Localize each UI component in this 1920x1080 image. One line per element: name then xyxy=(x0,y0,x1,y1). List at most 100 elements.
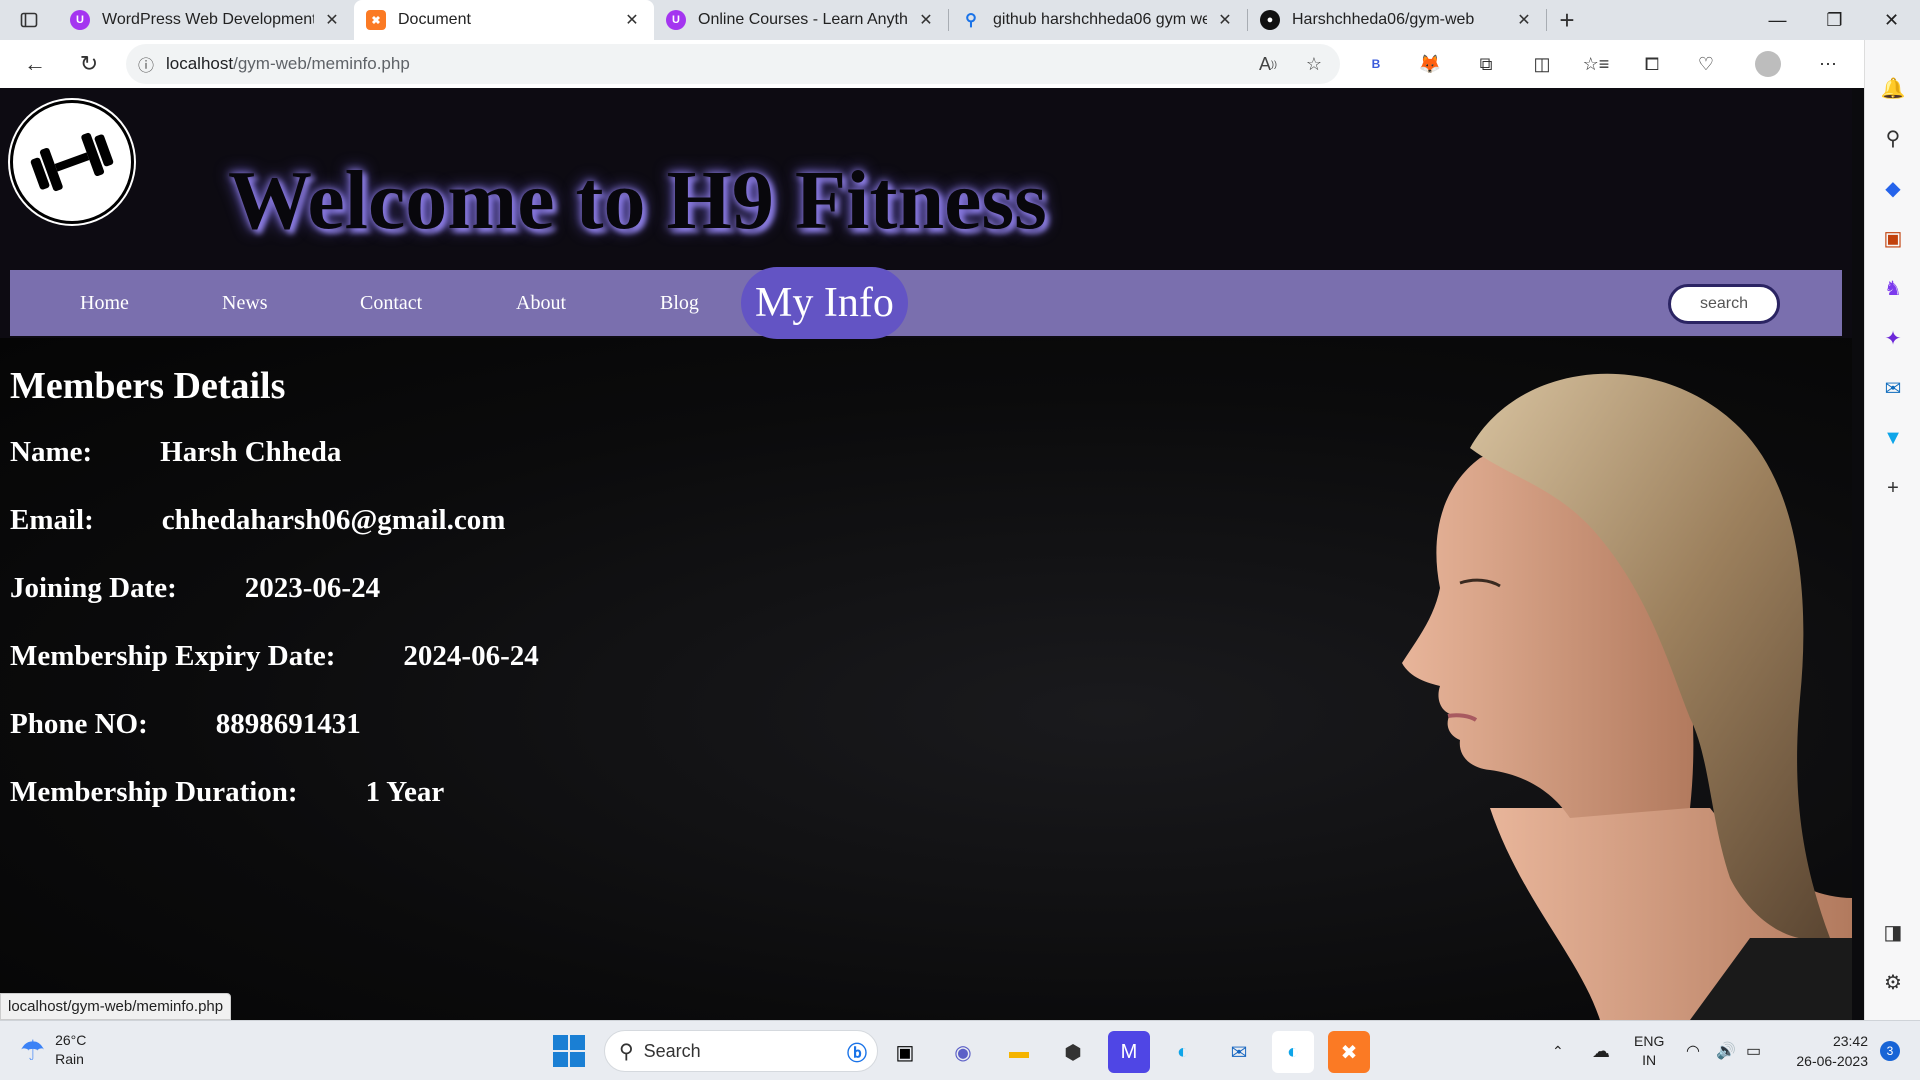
member-field-joining-date: Joining Date: 2023-06-24 xyxy=(10,572,381,604)
tab-actions-button[interactable] xyxy=(0,0,58,40)
read-aloud-icon[interactable]: A)) xyxy=(1248,44,1288,84)
close-window-button[interactable]: ✕ xyxy=(1863,0,1920,40)
language-indicator[interactable]: ENG IN xyxy=(1634,1021,1664,1080)
desktop: U WordPress Web Development Co ✕ ✖ Docum… xyxy=(0,0,1920,1080)
favorite-star-icon[interactable]: ☆ xyxy=(1294,44,1334,84)
taskbar-search-box[interactable]: ⚲ Search ⓑ xyxy=(604,1030,878,1072)
teams-chat-icon[interactable]: ◉ xyxy=(942,1031,984,1073)
dumbbell-icon xyxy=(30,132,114,192)
task-view-icon[interactable]: ▣ xyxy=(884,1031,926,1073)
tab-actions-icon xyxy=(20,12,38,28)
microsoft-365-icon[interactable]: ✦ xyxy=(1865,318,1920,358)
settings-more-icon[interactable]: ⋯ xyxy=(1806,40,1850,88)
site-info-icon[interactable]: ⓘ xyxy=(126,52,166,76)
member-field-name: Name: Harsh Chheda xyxy=(10,436,342,468)
restore-button[interactable]: ❐ xyxy=(1806,0,1863,40)
onedrive-icon[interactable]: ☁ xyxy=(1592,1021,1610,1080)
minimize-button[interactable]: — xyxy=(1749,0,1806,40)
address-url[interactable]: localhost/gym-web/meminfo.php xyxy=(166,54,410,74)
close-tab-icon[interactable]: ✕ xyxy=(322,10,342,30)
back-button[interactable]: ← xyxy=(10,40,60,88)
tab-online-courses[interactable]: U Online Courses - Learn Anything, ✕ xyxy=(654,0,948,40)
weather-temperature: 26°C xyxy=(55,1032,87,1048)
bing-icon: ⓑ xyxy=(847,1042,867,1065)
sidebar-settings-icon[interactable]: ⚙ xyxy=(1865,962,1920,1002)
tab-document[interactable]: ✖ Document ✕ xyxy=(354,0,654,40)
tools-briefcase-icon[interactable]: ▣ xyxy=(1865,218,1920,258)
show-hidden-icons[interactable]: ⌃ xyxy=(1552,1021,1564,1080)
browser-toolbar: ← ↻ ⓘ localhost/gym-web/meminfo.php A)) … xyxy=(0,40,1920,88)
nav-contact[interactable]: Contact xyxy=(360,270,422,336)
nav-news[interactable]: News xyxy=(222,270,268,336)
close-tab-icon[interactable]: ✕ xyxy=(916,10,936,30)
split-screen-icon[interactable]: ◫ xyxy=(1520,40,1564,88)
members-details-heading: Members Details xyxy=(10,365,286,407)
refresh-icon: ↻ xyxy=(79,51,99,76)
bing-extension-icon[interactable]: B xyxy=(1354,40,1398,88)
status-link-preview: localhost/gym-web/meminfo.php xyxy=(0,993,232,1020)
nav-home[interactable]: Home xyxy=(80,270,129,336)
sidebar-search-icon[interactable]: ⚲ xyxy=(1865,118,1920,158)
back-arrow-icon: ← xyxy=(24,51,46,76)
address-bar[interactable]: ⓘ localhost/gym-web/meminfo.php A)) ☆ xyxy=(126,44,1340,84)
close-tab-icon[interactable]: ✕ xyxy=(1215,10,1235,30)
extensions-puzzle-icon[interactable]: ⧉ xyxy=(1464,40,1508,88)
hide-sidebar-icon[interactable]: ◨ xyxy=(1865,912,1920,952)
tab-github-repo[interactable]: ● Harshchheda06/gym-web ✕ xyxy=(1248,0,1546,40)
woman-portrait-image xyxy=(1402,373,1852,1020)
notifications-bell-icon[interactable]: 🔔 xyxy=(1865,68,1920,108)
udemy-icon: U xyxy=(70,10,90,30)
search-icon: ⚲ xyxy=(965,12,977,29)
edge-browser-icon[interactable]: ◐ xyxy=(1162,1031,1204,1073)
site-search-input[interactable]: search xyxy=(1668,284,1780,324)
volume-icon[interactable]: 🔊 xyxy=(1716,1021,1736,1080)
new-tab-button[interactable]: + xyxy=(1547,0,1587,40)
site-title: Welcome to H9 Fitness xyxy=(228,154,1047,247)
tab-github-search[interactable]: ⚲ github harshchheda06 gym web ✕ xyxy=(949,0,1247,40)
tab-wordpress[interactable]: U WordPress Web Development Co ✕ xyxy=(58,0,354,40)
member-field-duration: Membership Duration: 1 Year xyxy=(10,776,445,808)
weather-description: Rain xyxy=(55,1051,84,1067)
unity-hub-icon[interactable]: ⬢ xyxy=(1052,1031,1094,1073)
close-tab-icon[interactable]: ✕ xyxy=(622,10,642,30)
nav-blog[interactable]: Blog xyxy=(660,270,699,336)
collections-icon[interactable]: ⧠ xyxy=(1630,40,1674,88)
metamask-fox-icon[interactable]: 🦊 xyxy=(1408,40,1452,88)
editor-app-icon[interactable]: M xyxy=(1108,1031,1150,1073)
nav-my-info[interactable]: My Info xyxy=(741,267,908,339)
refresh-button[interactable]: ↻ xyxy=(64,40,114,88)
github-icon: ● xyxy=(1260,10,1280,30)
battery-icon[interactable]: ▭ xyxy=(1746,1021,1761,1080)
webpage: Welcome to H9 Fitness Home News Contact … xyxy=(0,88,1852,1020)
window-controls: — ❐ ✕ xyxy=(1749,0,1920,40)
shopping-tag-icon[interactable]: ◆ xyxy=(1865,168,1920,208)
xampp-icon[interactable]: ✖ xyxy=(1328,1031,1370,1073)
mail-icon[interactable]: ✉ xyxy=(1218,1031,1260,1073)
member-field-phone: Phone NO: 8898691431 xyxy=(10,708,361,740)
file-explorer-icon[interactable]: ▬ xyxy=(998,1031,1040,1073)
member-field-email: Email: chhedaharsh06@gmail.com xyxy=(10,504,506,536)
wifi-icon[interactable]: ◠ xyxy=(1686,1021,1700,1080)
edge-browser-active-icon[interactable]: ◐ xyxy=(1272,1031,1314,1073)
games-icon[interactable]: ♞ xyxy=(1865,268,1920,308)
browser-tab-strip: U WordPress Web Development Co ✕ ✖ Docum… xyxy=(0,0,1920,40)
rain-cloud-icon: ☂ xyxy=(20,1034,46,1066)
add-sidebar-app-icon[interactable]: + xyxy=(1865,468,1920,508)
weather-widget[interactable]: ☂ 26°C Rain xyxy=(20,1031,86,1069)
edge-sidebar: 🔔 ⚲ ◆ ▣ ♞ ✦ ✉ ▼ + ◨ ⚙ xyxy=(1864,40,1920,1020)
profile-icon xyxy=(1755,51,1781,77)
favorites-icon[interactable]: ☆≡ xyxy=(1574,40,1618,88)
nav-about[interactable]: About xyxy=(516,270,566,336)
site-logo[interactable] xyxy=(10,100,134,224)
member-field-expiry-date: Membership Expiry Date: 2024-06-24 xyxy=(10,640,539,672)
outlook-icon[interactable]: ✉ xyxy=(1865,368,1920,408)
search-icon: ⚲ xyxy=(619,1040,634,1063)
drop-icon[interactable]: ▼ xyxy=(1865,418,1920,458)
notification-badge[interactable]: 3 xyxy=(1880,1041,1900,1061)
browser-essentials-icon[interactable]: ♡ xyxy=(1684,40,1728,88)
profile-avatar[interactable] xyxy=(1746,40,1790,88)
windows-start-icon[interactable] xyxy=(551,1033,587,1069)
system-clock[interactable]: 23:42 26-06-2023 xyxy=(1796,1031,1868,1071)
main-nav: Home News Contact About Blog My Info sea… xyxy=(10,267,1842,339)
close-tab-icon[interactable]: ✕ xyxy=(1514,10,1534,30)
